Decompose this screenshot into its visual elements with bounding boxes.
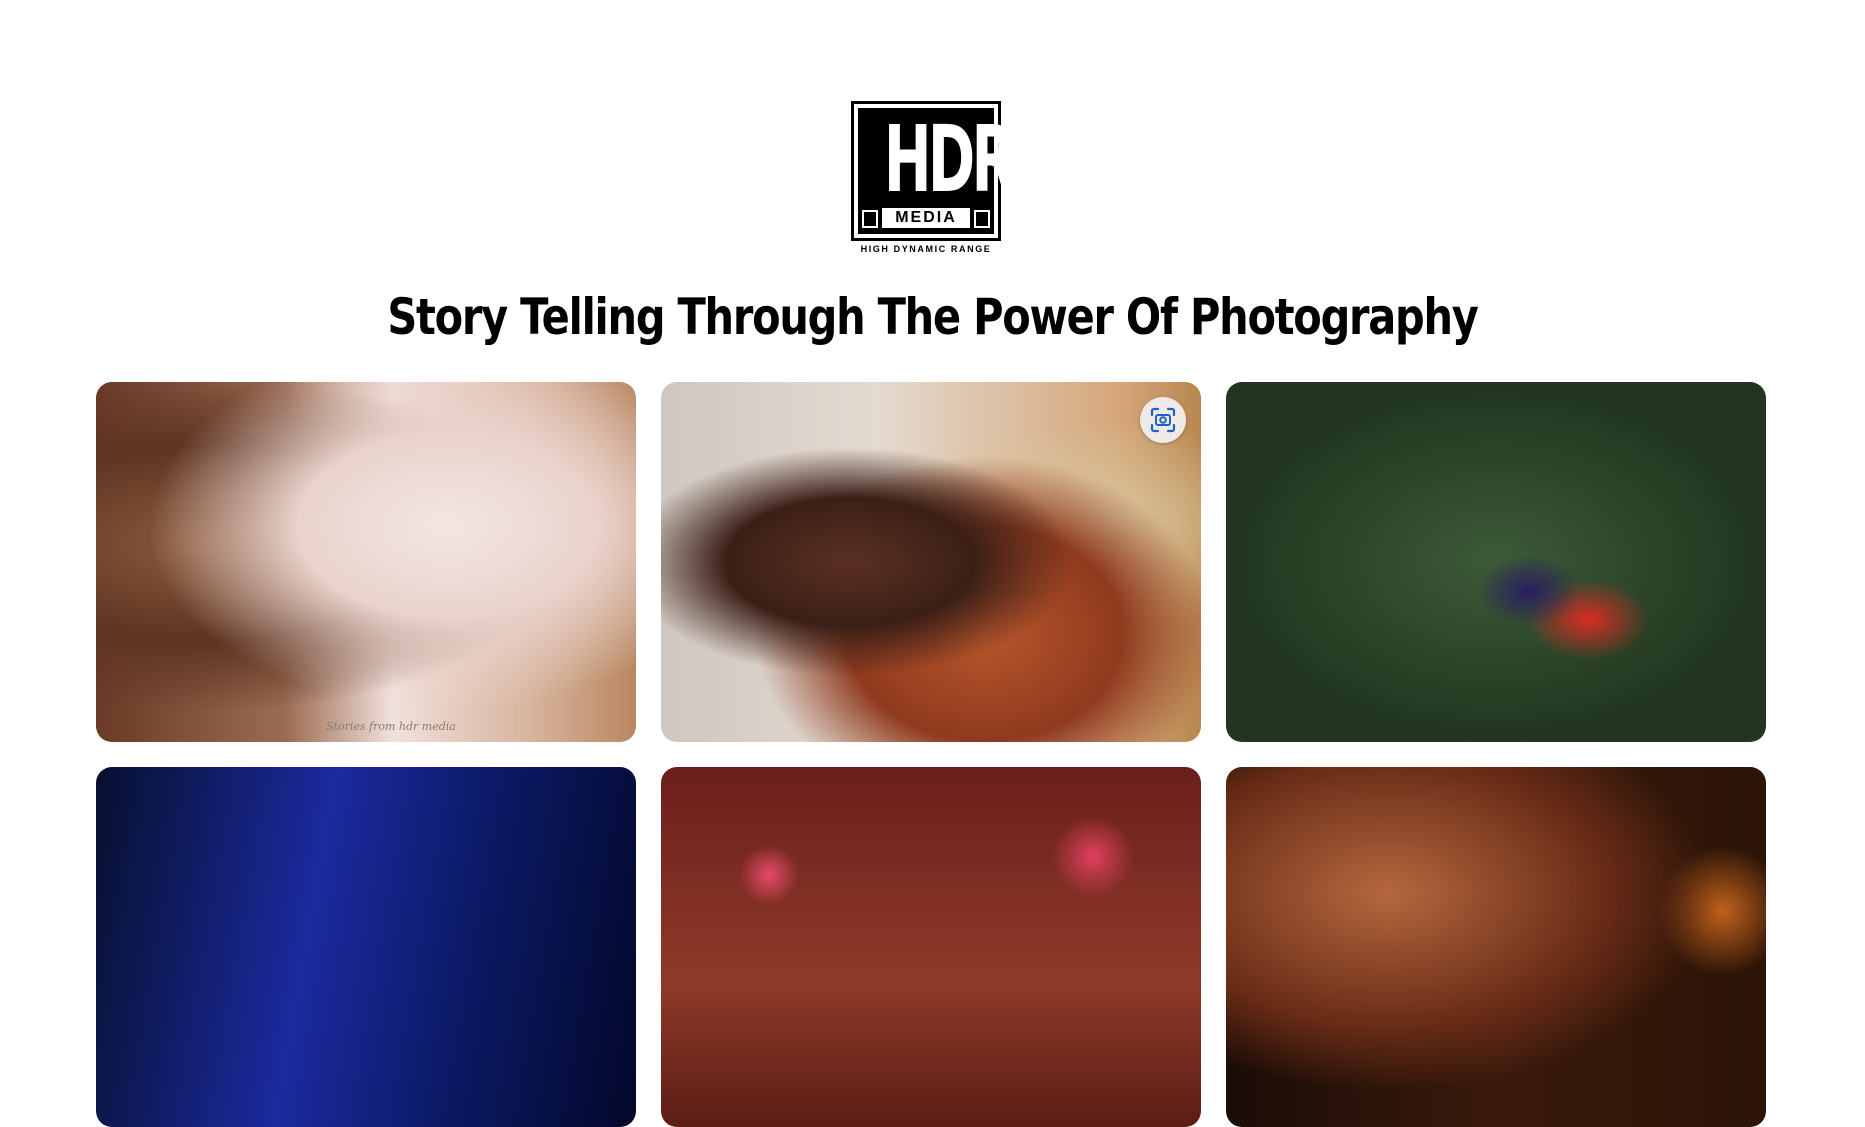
visual-search-button[interactable]	[1140, 397, 1186, 443]
gallery-photo[interactable]	[661, 382, 1201, 742]
photo-watermark: Stories from hdr media	[326, 720, 456, 733]
visual-search-icon	[1150, 407, 1176, 433]
logo-word: MEDIA	[882, 208, 970, 228]
gallery-photo[interactable]	[96, 767, 636, 1127]
logo-letters: HDR	[883, 106, 1016, 213]
logo-tagline: HIGH DYNAMIC RANGE	[860, 244, 992, 254]
page-headline: Story Telling Through The Power Of Photo…	[387, 288, 1478, 346]
gallery-photo[interactable]	[1226, 767, 1766, 1127]
logo-inner: HDR MEDIA	[858, 106, 1015, 234]
gallery-photo[interactable]	[1226, 382, 1766, 742]
gallery-photo[interactable]	[96, 382, 636, 742]
image-icon	[974, 210, 990, 228]
logo-frame: HDR MEDIA	[851, 101, 1015, 241]
brand-logo[interactable]: HDR MEDIA HIGH DYNAMIC RANGE	[851, 101, 1015, 259]
gallery-photo[interactable]	[661, 767, 1201, 1127]
film-strip-icon	[862, 210, 878, 228]
